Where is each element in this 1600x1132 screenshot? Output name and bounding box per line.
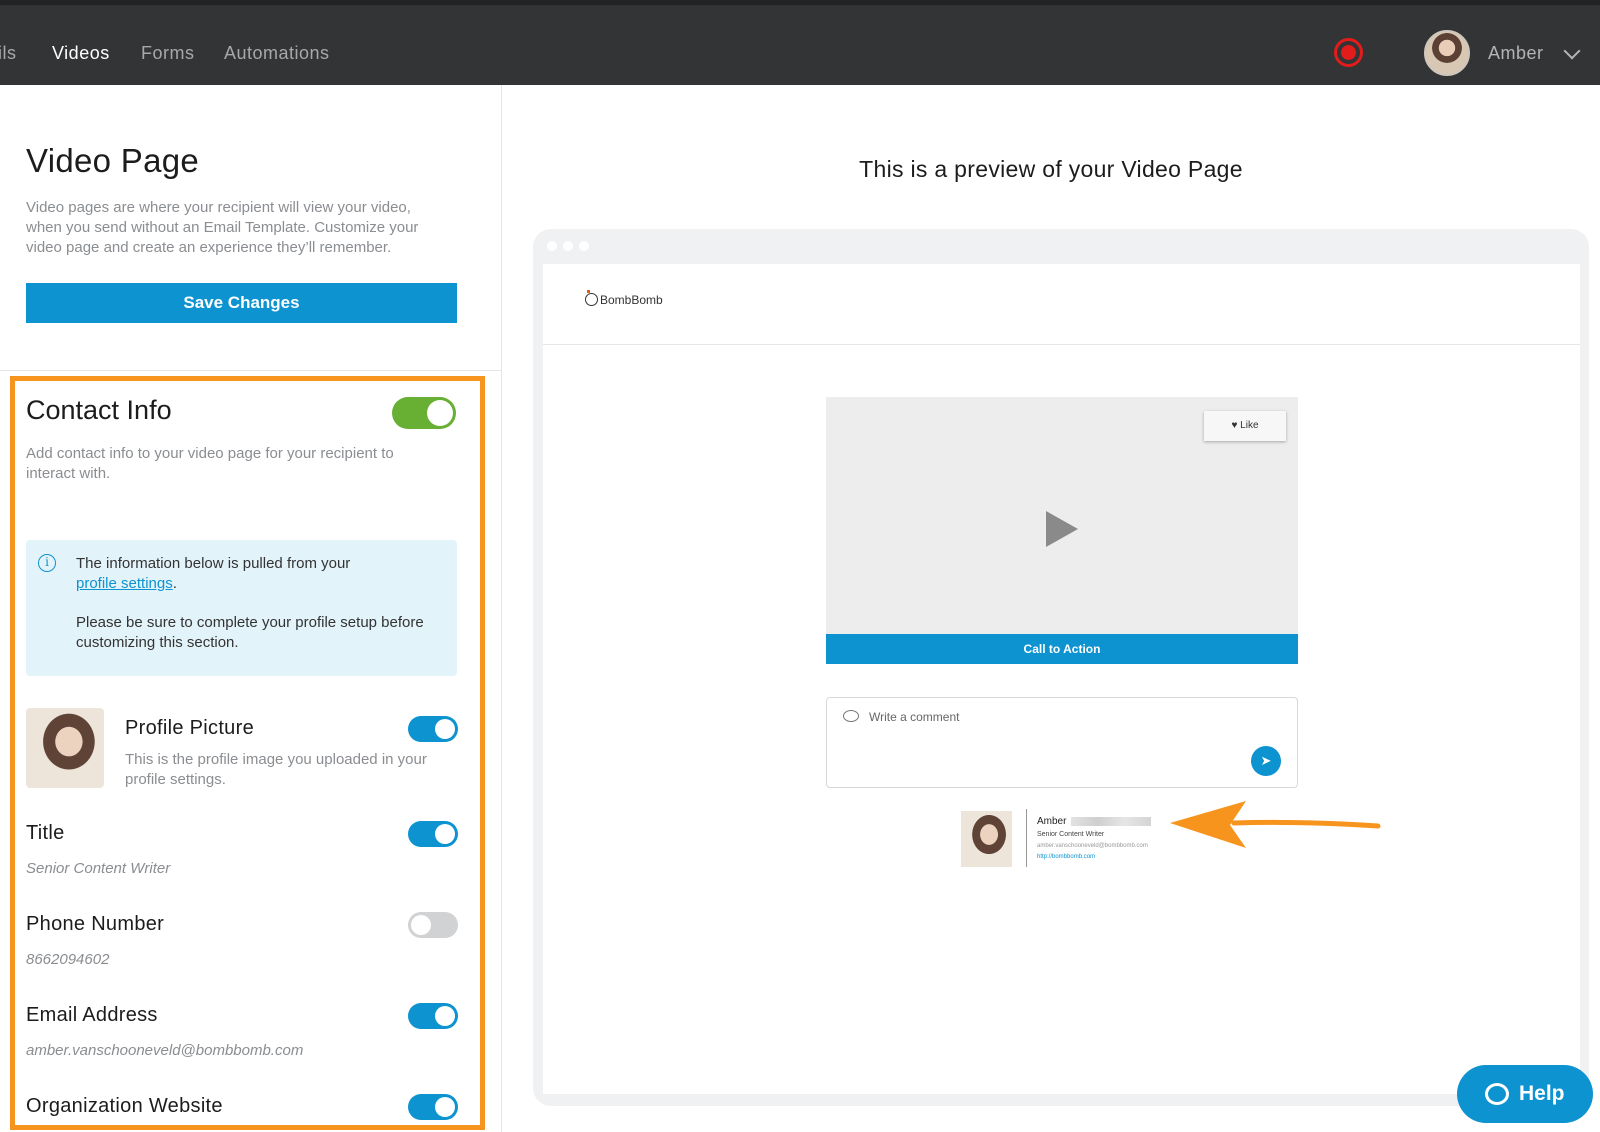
- send-icon[interactable]: ➤: [1251, 746, 1281, 776]
- organization-website-toggle[interactable]: [408, 1094, 458, 1120]
- email-address-label: Email Address: [26, 1004, 158, 1026]
- save-button[interactable]: Save Changes: [26, 283, 457, 323]
- section-divider: [0, 370, 501, 371]
- toggle-knob: [435, 1006, 455, 1026]
- nav-item-forms[interactable]: Forms: [141, 43, 195, 64]
- window-dot: [547, 241, 557, 251]
- info-line-2: Please be sure to complete your profile …: [76, 614, 424, 651]
- email-address-toggle[interactable]: [408, 1003, 458, 1029]
- contact-info-toggle[interactable]: [392, 397, 456, 429]
- window-dot: [563, 241, 573, 251]
- nav-item-automations[interactable]: Automations: [224, 43, 330, 64]
- title-value: Senior Content Writer: [26, 860, 171, 877]
- signature-blurred-surname: [1071, 817, 1151, 826]
- toggle-knob: [435, 719, 455, 739]
- profile-settings-link[interactable]: profile settings: [76, 575, 173, 592]
- chevron-down-icon[interactable]: [1563, 42, 1581, 60]
- nav-item-videos[interactable]: Videos: [52, 43, 110, 64]
- video-page-preview: BombBomb ♥ Like Call to Action Write a c…: [543, 264, 1580, 1094]
- chat-bubble-icon: [1485, 1083, 1509, 1105]
- window-dot: [579, 241, 589, 251]
- signature-divider: [1026, 809, 1027, 867]
- phone-number-value: 8662094602: [26, 951, 110, 968]
- info-line-1: The information below is pulled from you…: [76, 555, 351, 572]
- help-label: Help: [1519, 1082, 1565, 1105]
- panel-divider: [501, 85, 502, 1132]
- toggle-knob: [411, 915, 431, 935]
- info-period: .: [172, 575, 177, 592]
- annotation-arrow: [1170, 801, 1381, 848]
- bombbomb-logo: BombBomb: [585, 290, 663, 307]
- preview-heading: This is a preview of your Video Page: [859, 156, 1243, 182]
- top-nav: ils Videos Forms Automations Amber: [0, 0, 1600, 85]
- title-toggle[interactable]: [408, 821, 458, 847]
- heart-icon: ♥: [1231, 420, 1238, 431]
- profile-picture-description: This is the profile image you uploaded i…: [125, 751, 427, 788]
- signature-url: http://bombbomb.com: [1037, 854, 1096, 860]
- info-notice: i The information below is pulled from y…: [26, 540, 457, 676]
- record-icon[interactable]: [1334, 38, 1363, 67]
- like-button[interactable]: ♥ Like: [1204, 411, 1286, 441]
- contact-info-description: Add contact info to your video page for …: [26, 445, 394, 482]
- preview-header-divider: [543, 344, 1580, 345]
- like-label: Like: [1240, 420, 1259, 431]
- phone-number-toggle[interactable]: [408, 912, 458, 938]
- signature-email: amber.vanschooneveld@bombbomb.com: [1037, 843, 1148, 849]
- signature-avatar: [961, 811, 1012, 867]
- call-to-action-button[interactable]: Call to Action: [826, 634, 1298, 664]
- help-button[interactable]: Help: [1457, 1065, 1593, 1123]
- info-text-1: The information below is pulled from you…: [76, 554, 436, 594]
- comment-icon: [843, 710, 859, 722]
- comment-placeholder[interactable]: Write a comment: [869, 710, 959, 724]
- page-title: Video Page: [26, 142, 200, 179]
- toggle-knob: [435, 1097, 455, 1117]
- phone-number-label: Phone Number: [26, 913, 165, 935]
- toggle-knob: [435, 824, 455, 844]
- comment-box[interactable]: Write a comment ➤: [826, 697, 1298, 788]
- page-description: Video pages are where your recipient wil…: [26, 199, 419, 256]
- signature-name: Amber: [1037, 816, 1067, 827]
- profile-picture-toggle[interactable]: [408, 716, 458, 742]
- info-icon: i: [38, 554, 56, 572]
- browser-preview-frame: BombBomb ♥ Like Call to Action Write a c…: [533, 229, 1589, 1106]
- contact-info-title: Contact Info: [26, 395, 172, 425]
- title-label: Title: [26, 822, 65, 844]
- email-address-value: amber.vanschooneveld@bombbomb.com: [26, 1042, 304, 1059]
- play-icon[interactable]: [1046, 511, 1078, 547]
- logo-icon: [585, 290, 598, 306]
- signature-title: Senior Content Writer: [1037, 831, 1105, 838]
- organization-website-label: Organization Website: [26, 1095, 223, 1117]
- logo-text: BombBomb: [600, 293, 663, 307]
- avatar[interactable]: [1424, 30, 1470, 76]
- nav-item-emails[interactable]: ils: [0, 43, 17, 64]
- user-name[interactable]: Amber: [1488, 43, 1544, 64]
- profile-picture-label: Profile Picture: [125, 717, 254, 739]
- toggle-knob: [427, 400, 453, 426]
- profile-picture-thumbnail: [26, 708, 104, 788]
- video-player[interactable]: ♥ Like: [826, 397, 1298, 634]
